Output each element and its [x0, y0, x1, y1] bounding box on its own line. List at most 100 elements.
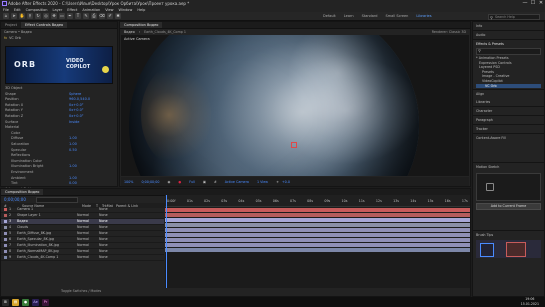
brush-swatch-selected[interactable]	[506, 242, 526, 258]
windows-icon[interactable]: ⊞	[2, 298, 9, 306]
layer-bar[interactable]	[165, 218, 470, 222]
camera-dropdown[interactable]: Active Camera	[225, 180, 249, 184]
grid-icon[interactable]: #	[214, 180, 217, 184]
premiere-icon[interactable]: Pr	[42, 298, 49, 306]
zoom-tool-icon[interactable]: ⚲	[27, 13, 33, 19]
tab-project[interactable]: Project	[1, 22, 21, 28]
brush-tool-icon[interactable]: ✎	[83, 13, 89, 19]
workspace-standard[interactable]: Standard	[362, 14, 378, 18]
pan-behind-tool-icon[interactable]: ✥	[51, 13, 57, 19]
timeline-search-input[interactable]	[35, 196, 78, 203]
effect-row[interactable]: fx VC Orb	[1, 35, 117, 40]
rectangle-tool-icon[interactable]: ▭	[59, 13, 65, 19]
workspace-learn[interactable]: Learn	[344, 14, 354, 18]
puppet-tool-icon[interactable]: ✱	[115, 13, 121, 19]
menu-animation[interactable]: Animation	[82, 8, 100, 12]
timeline-layer[interactable]: 9 Earth_Clouds_4K.Comp 1 Normal None	[1, 255, 164, 261]
menu-edit[interactable]: Edit	[14, 8, 21, 12]
timeline-track-area[interactable]: 0:00f 01s 02s 03s 04s 05s 06s 07s 08s 09…	[165, 195, 470, 288]
workspace-default[interactable]: Default	[323, 14, 336, 18]
layer-mode[interactable]: Normal	[77, 213, 99, 218]
layer-parent[interactable]: None	[99, 213, 108, 218]
hand-tool-icon[interactable]: ✋	[19, 13, 25, 19]
layer-bar[interactable]	[165, 208, 470, 212]
renderer-label[interactable]: Renderer: Classic 3D	[432, 30, 466, 34]
layer-bar[interactable]	[165, 223, 470, 227]
chrome-icon[interactable]: ●	[22, 298, 29, 306]
layer-bar[interactable]	[165, 233, 470, 237]
right-section-brush-tips[interactable]: Brush Tips	[473, 230, 544, 239]
maximize-button[interactable]: ☐	[529, 0, 537, 7]
right-section-tracker[interactable]: Tracker	[473, 124, 544, 133]
tree-item-selected[interactable]: VC Orb	[476, 83, 541, 89]
snapshot-icon[interactable]: ◉	[167, 180, 170, 184]
timeline-timecode[interactable]: 0;00;00;00	[4, 197, 26, 202]
layer-mode[interactable]: Normal	[77, 237, 99, 242]
right-section-content-aware-fill[interactable]: Content-Aware Fill	[473, 133, 544, 142]
add-to-frame-button[interactable]: Add to Current Frame	[476, 203, 541, 211]
layer-parent[interactable]: None	[99, 225, 108, 230]
tab-timeline[interactable]: Composition Видео	[1, 189, 44, 195]
stamp-tool-icon[interactable]: ⎙	[91, 13, 97, 19]
right-section-character[interactable]: Character	[473, 106, 544, 115]
right-section-info[interactable]: Info	[473, 22, 544, 31]
time-ruler[interactable]: 0:00f 01s 02s 03s 04s 05s 06s 07s 08s 09…	[165, 195, 470, 207]
quality-dropdown[interactable]: Full	[189, 180, 195, 184]
selection-tool-icon[interactable]: ➤	[11, 13, 17, 19]
menu-file[interactable]: File	[3, 8, 9, 12]
zoom-dropdown[interactable]: 100%	[124, 180, 133, 184]
tab-composition[interactable]: Composition Видео	[120, 22, 163, 28]
menu-layer[interactable]: Layer	[53, 8, 63, 12]
roto-brush-tool-icon[interactable]: ✐	[107, 13, 113, 19]
eraser-tool-icon[interactable]: ⌫	[99, 13, 105, 19]
layer-bar[interactable]	[165, 243, 470, 247]
explorer-icon[interactable]: ▤	[12, 298, 19, 306]
effects-search-input[interactable]: ⚲	[476, 48, 541, 55]
layer-bar[interactable]	[165, 228, 470, 232]
layer-mode[interactable]: Normal	[77, 225, 99, 230]
views-dropdown[interactable]: 1 View	[257, 180, 268, 184]
type-tool-icon[interactable]: T	[75, 13, 81, 19]
layer-mode[interactable]: Normal	[77, 231, 99, 236]
right-section-audio[interactable]: Audio	[473, 31, 544, 40]
clock[interactable]: 19:06 15.01.2021	[521, 297, 539, 306]
roi-icon[interactable]: ▣	[203, 180, 206, 184]
layer-bar[interactable]	[165, 213, 470, 217]
right-section-libraries[interactable]: Libraries	[473, 98, 544, 106]
right-section-motion-sketch[interactable]: Motion Sketch	[473, 162, 544, 171]
exposure-icon[interactable]: ☀	[276, 180, 279, 184]
layer-parent[interactable]: None	[99, 207, 108, 212]
layer-mode[interactable]: Normal	[77, 255, 99, 260]
layer-parent[interactable]: None	[99, 249, 108, 254]
menu-view[interactable]: View	[105, 8, 113, 12]
menu-effect[interactable]: Effect	[67, 8, 77, 12]
layer-bar[interactable]	[165, 248, 470, 252]
timeline-footer[interactable]: Toggle Switches / Modes	[61, 289, 101, 293]
camera-tool-icon[interactable]: ◎	[43, 13, 49, 19]
breadcrumb-item[interactable]: Видео	[124, 30, 135, 34]
layer-parent[interactable]: None	[99, 219, 108, 224]
breadcrumb-item[interactable]: Earth_Clouds_4K_Comp 1	[144, 30, 186, 34]
layer-bar[interactable]	[165, 238, 470, 242]
workspace-small-screen[interactable]: Small Screen	[386, 14, 409, 18]
pen-tool-icon[interactable]: ✒	[67, 13, 73, 19]
after-effects-icon[interactable]: Ae	[32, 298, 39, 306]
exposure-value[interactable]: +0.0	[282, 180, 290, 184]
search-input[interactable]: ⚲ Search Help	[488, 13, 540, 20]
minimize-button[interactable]: —	[521, 0, 529, 7]
anchor-point-icon[interactable]	[291, 142, 297, 148]
layer-parent[interactable]: None	[99, 231, 108, 236]
composition-viewer[interactable]: Active Camera	[121, 35, 469, 176]
menu-window[interactable]: Window	[119, 8, 133, 12]
right-section-align[interactable]: Align	[473, 89, 544, 98]
layer-parent[interactable]: None	[99, 237, 108, 242]
layer-mode[interactable]: Normal	[77, 219, 99, 224]
layer-parent[interactable]: None	[99, 255, 108, 260]
layer-mode[interactable]: Normal	[77, 243, 99, 248]
timecode-display[interactable]: 0;00;00;00	[141, 180, 159, 184]
close-button[interactable]: ✕	[537, 0, 545, 7]
rotate-tool-icon[interactable]: ↻	[35, 13, 41, 19]
layer-parent[interactable]: None	[99, 243, 108, 248]
brush-swatch[interactable]	[480, 243, 494, 258]
tab-effect-controls[interactable]: Effect Controls Видео	[20, 22, 68, 28]
